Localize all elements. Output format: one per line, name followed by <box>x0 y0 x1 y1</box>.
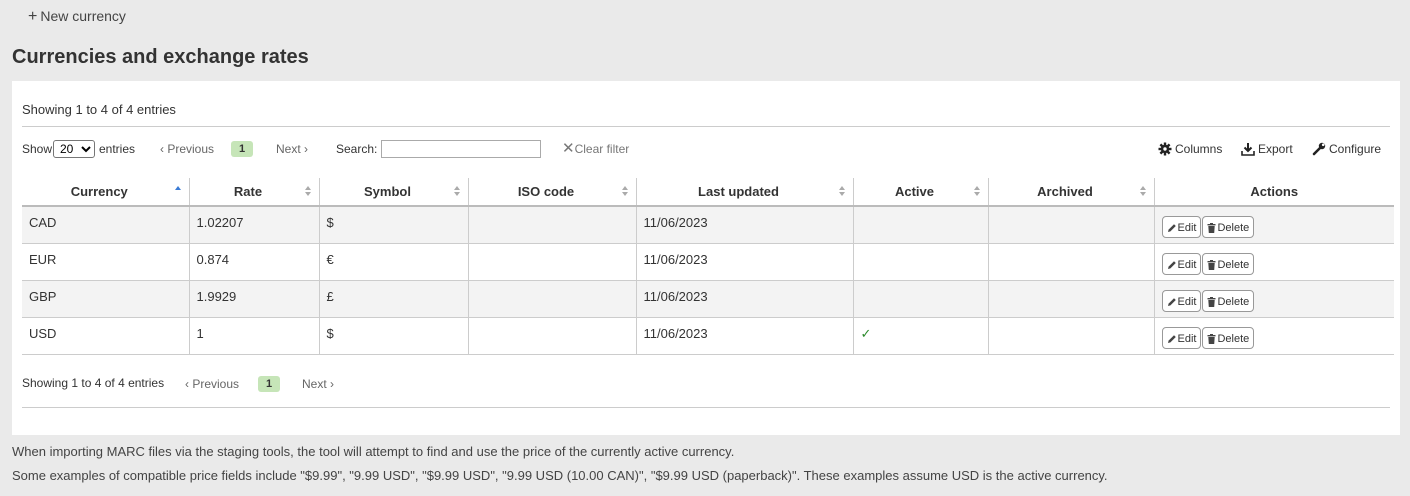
column-header-active[interactable]: Active <box>852 178 988 207</box>
cell-currency: CAD <box>22 206 189 244</box>
currencies-table: Currency Rate Symbol ISO code Last updat… <box>22 178 1394 355</box>
trash-icon <box>1207 223 1216 233</box>
export-button[interactable]: Export <box>1241 139 1293 159</box>
column-header-archived[interactable]: Archived <box>987 178 1154 207</box>
current-page-button-bottom[interactable]: 1 <box>258 376 281 392</box>
pencil-icon <box>1167 334 1176 343</box>
cell-active <box>852 280 988 318</box>
sort-icon <box>304 186 311 198</box>
note-price-examples: Some examples of compatible price fields… <box>12 468 1108 483</box>
search-input[interactable] <box>381 140 541 158</box>
delete-button[interactable]: Delete <box>1202 289 1255 312</box>
cell-last-updated: 11/06/2023 <box>635 280 853 318</box>
search-label: Search: <box>336 142 378 156</box>
cell-currency: GBP <box>22 280 189 318</box>
trash-icon <box>1207 259 1216 270</box>
cell-last-updated: 11/06/2023 <box>635 317 853 355</box>
show-label: Show <box>22 142 53 156</box>
columns-button[interactable]: Columns <box>1158 139 1222 159</box>
sort-icon <box>453 186 460 198</box>
column-header-currency[interactable]: Currency <box>22 178 189 207</box>
table-row: GBP 1.9929 £ 11/06/2023 Edit Delete <box>22 280 1394 318</box>
currencies-panel: Showing 1 to 4 of 4 entries Show 1020501… <box>12 81 1400 435</box>
cell-actions: Edit Delete <box>1153 280 1394 318</box>
delete-button[interactable]: Delete <box>1202 216 1255 238</box>
previous-page-button-bottom[interactable]: ‹ Previous <box>185 374 239 394</box>
new-currency-button[interactable]: + New currency <box>28 8 126 26</box>
cell-iso-code <box>467 317 636 355</box>
divider <box>22 126 1390 127</box>
table-info-top: Showing 1 to 4 of 4 entries <box>22 102 176 117</box>
pencil-icon <box>1167 224 1176 232</box>
edit-button[interactable]: Edit <box>1161 289 1202 312</box>
cell-currency: USD <box>22 317 189 355</box>
cell-iso-code <box>467 206 636 244</box>
sort-icon <box>838 186 845 198</box>
delete-button[interactable]: Delete <box>1202 252 1255 275</box>
column-header-symbol[interactable]: Symbol <box>318 178 468 207</box>
sort-ascending-icon <box>174 186 181 198</box>
table-row: CAD 1.02207 $ 11/06/2023 Edit Delete <box>22 206 1394 244</box>
table-header-row: Currency Rate Symbol ISO code Last updat… <box>22 178 1394 207</box>
cell-currency: EUR <box>22 243 189 281</box>
cell-actions: Edit Delete <box>1153 243 1394 281</box>
trash-icon <box>1207 333 1216 344</box>
sort-icon <box>621 186 628 198</box>
table-toolbar: Show 102050100 entries ‹ Previous 1 Next… <box>22 139 1390 159</box>
divider <box>22 407 1390 408</box>
page-length-select[interactable]: 102050100 <box>53 140 95 158</box>
cell-actions: Edit Delete <box>1153 206 1394 244</box>
table-info-bottom: Showing 1 to 4 of 4 entries <box>22 376 165 390</box>
cell-symbol: £ <box>318 280 468 318</box>
cell-symbol: $ <box>318 206 468 244</box>
column-header-last-updated[interactable]: Last updated <box>635 178 853 207</box>
current-page-button[interactable]: 1 <box>231 141 254 157</box>
next-page-button[interactable]: Next › <box>276 139 308 159</box>
plus-icon: + <box>28 8 38 25</box>
table-row: USD 1 $ 11/06/2023 ✓ Edit Delete <box>22 317 1394 355</box>
configure-button[interactable]: Configure <box>1312 139 1381 159</box>
close-icon: ✕ <box>562 140 575 157</box>
cell-archived <box>987 280 1154 318</box>
column-header-rate[interactable]: Rate <box>188 178 319 207</box>
gear-icon <box>1158 142 1172 156</box>
clear-filter-button[interactable]: ✕Clear filter <box>562 139 629 159</box>
trash-icon <box>1207 296 1216 307</box>
edit-button[interactable]: Edit <box>1161 252 1202 275</box>
sort-icon <box>1139 186 1146 198</box>
cell-actions: Edit Delete <box>1153 317 1394 355</box>
cell-archived <box>987 243 1154 281</box>
next-page-button-bottom[interactable]: Next › <box>302 374 334 394</box>
cell-last-updated: 11/06/2023 <box>635 206 853 244</box>
cell-rate: 1.9929 <box>188 280 319 318</box>
cell-rate: 1.02207 <box>188 206 319 244</box>
cell-symbol: $ <box>318 317 468 355</box>
table-row: EUR 0.874 € 11/06/2023 Edit Delete <box>22 243 1394 281</box>
wrench-icon <box>1312 142 1326 156</box>
previous-page-button[interactable]: ‹ Previous <box>160 139 214 159</box>
cell-symbol: € <box>318 243 468 281</box>
cell-archived <box>987 206 1154 244</box>
cell-active <box>852 243 988 281</box>
edit-button[interactable]: Edit <box>1161 326 1202 349</box>
cell-rate: 0.874 <box>188 243 319 281</box>
pencil-icon <box>1167 297 1176 306</box>
cell-active: ✓ <box>852 317 988 355</box>
sort-icon <box>973 186 980 198</box>
cell-iso-code <box>467 243 636 281</box>
cell-active <box>852 206 988 244</box>
note-marc-import: When importing MARC files via the stagin… <box>12 444 735 459</box>
entries-label: entries <box>99 142 136 156</box>
cell-iso-code <box>467 280 636 318</box>
column-header-iso-code[interactable]: ISO code <box>467 178 636 207</box>
cell-rate: 1 <box>188 317 319 355</box>
cell-archived <box>987 317 1154 355</box>
column-header-actions: Actions <box>1153 178 1394 207</box>
edit-button[interactable]: Edit <box>1161 216 1202 238</box>
page-title: Currencies and exchange rates <box>12 46 309 68</box>
cell-last-updated: 11/06/2023 <box>635 243 853 281</box>
pencil-icon <box>1167 260 1176 269</box>
download-icon <box>1241 143 1255 156</box>
delete-button[interactable]: Delete <box>1202 326 1255 349</box>
